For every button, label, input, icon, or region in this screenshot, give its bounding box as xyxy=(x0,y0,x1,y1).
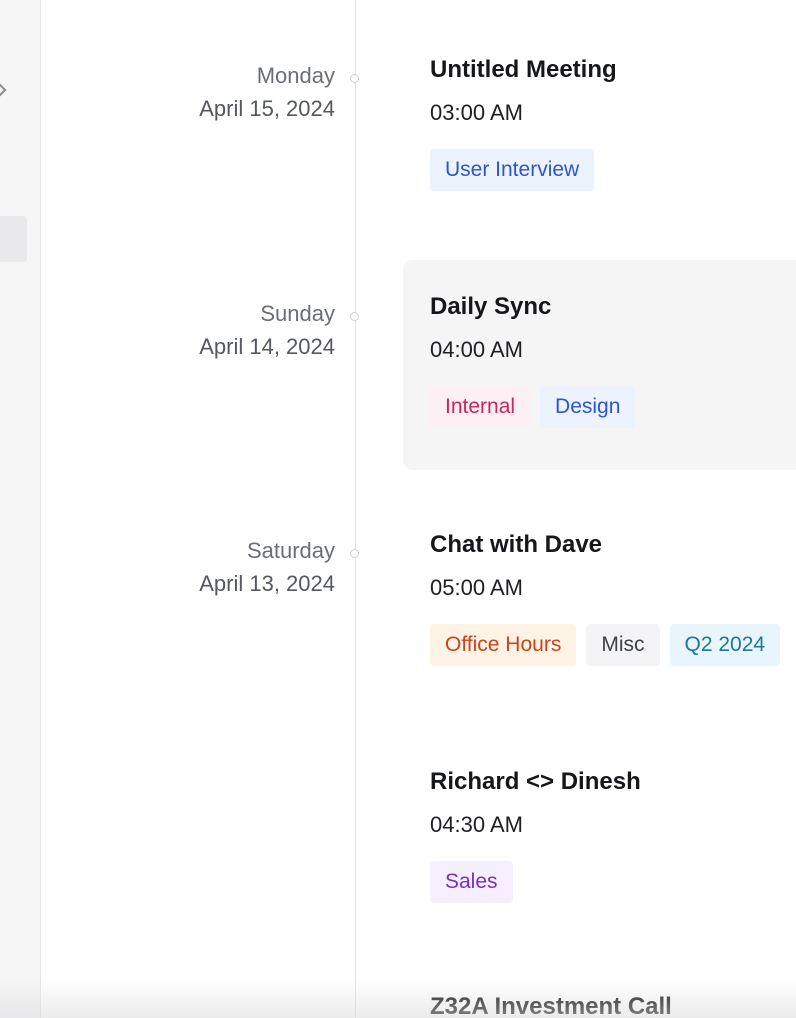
date-group-saturday: Saturday April 13, 2024 xyxy=(199,537,335,599)
tag-misc[interactable]: Misc xyxy=(586,624,660,666)
event-time: 04:30 AM xyxy=(430,812,523,837)
event-item-daily-sync[interactable]: Daily Sync 04:00 AM Internal Design xyxy=(430,292,796,428)
meetings-timeline-page: Monday April 15, 2024 Sunday April 14, 2… xyxy=(0,0,796,1018)
event-title: Untitled Meeting xyxy=(430,56,617,83)
timeline-line xyxy=(355,0,356,1018)
event-title: Chat with Dave xyxy=(430,531,603,558)
timeline-dot xyxy=(350,312,359,321)
event-tags: Internal Design xyxy=(430,386,796,428)
tag-sales[interactable]: Sales xyxy=(430,861,513,903)
event-title: Richard <> Dinesh xyxy=(430,768,641,795)
event-title: Daily Sync xyxy=(430,293,552,320)
date-full-label: April 15, 2024 xyxy=(199,96,335,121)
tag-q2-2024[interactable]: Q2 2024 xyxy=(669,624,781,666)
date-day-label: Sunday xyxy=(260,301,335,326)
event-time: 04:00 AM xyxy=(430,337,523,362)
event-item-richard-dinesh[interactable]: Richard <> Dinesh 04:30 AM Sales xyxy=(430,767,796,903)
date-full-label: April 13, 2024 xyxy=(199,571,335,596)
event-time: 03:00 AM xyxy=(430,100,523,125)
event-item-untitled-meeting[interactable]: Untitled Meeting 03:00 AM User Interview xyxy=(430,55,796,191)
tag-office-hours[interactable]: Office Hours xyxy=(430,624,577,666)
tag-design[interactable]: Design xyxy=(540,386,636,428)
timeline-dot xyxy=(350,74,359,83)
date-day-label: Saturday xyxy=(246,538,335,563)
date-day-label: Monday xyxy=(256,63,335,88)
timeline-dot xyxy=(350,549,359,558)
event-time: 05:00 AM xyxy=(430,575,523,600)
tag-user-interview[interactable]: User Interview xyxy=(430,149,595,191)
date-group-monday: Monday April 15, 2024 xyxy=(199,62,335,124)
left-sidebar xyxy=(0,0,41,1018)
event-tags: User Interview xyxy=(430,149,796,191)
sidebar-active-item[interactable] xyxy=(0,216,27,262)
event-tags: Sales xyxy=(430,861,796,903)
chevron-right-icon[interactable] xyxy=(0,81,7,99)
event-item-z32a-investment-call[interactable]: Z32A Investment Call xyxy=(430,992,796,1018)
tag-internal[interactable]: Internal xyxy=(430,386,531,428)
date-group-sunday: Sunday April 14, 2024 xyxy=(199,300,335,362)
event-item-chat-with-dave[interactable]: Chat with Dave 05:00 AM Office Hours Mis… xyxy=(430,530,796,666)
event-tags: Office Hours Misc Q2 2024 xyxy=(430,624,796,666)
event-title: Z32A Investment Call xyxy=(430,993,672,1018)
date-full-label: April 14, 2024 xyxy=(199,334,335,359)
